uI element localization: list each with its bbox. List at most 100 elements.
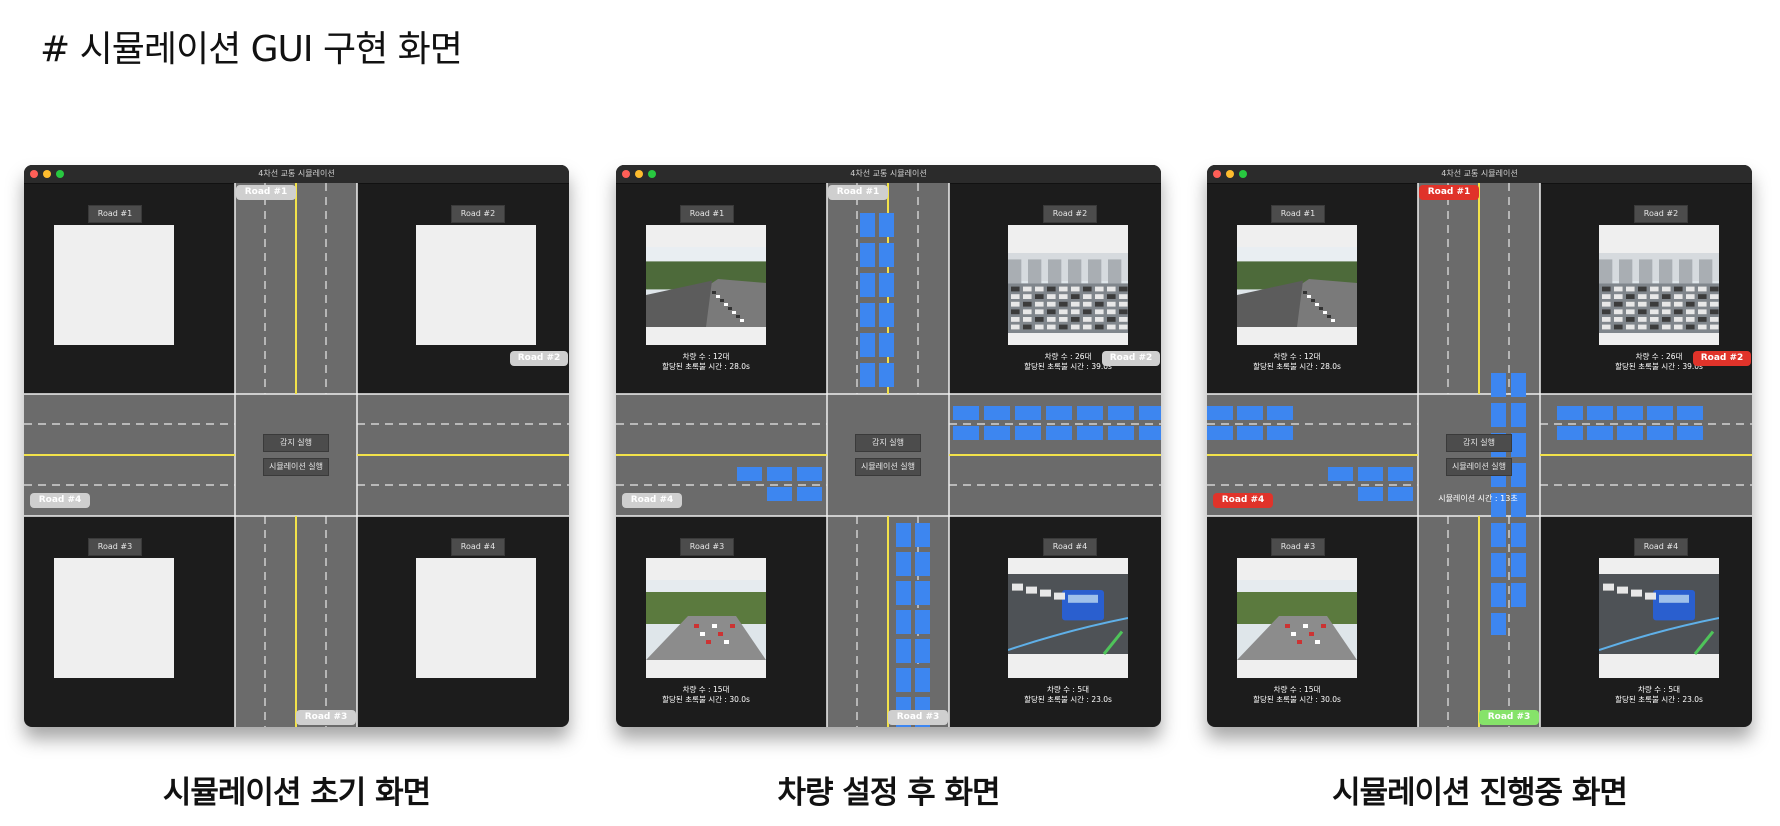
- traffic-photo: [1599, 253, 1719, 333]
- run-simulation-button[interactable]: 시뮬레이션 실행: [263, 458, 329, 476]
- vehicle: [1491, 583, 1506, 607]
- vehicle: [1491, 523, 1506, 547]
- camera-label-road-2: Road #2: [1043, 205, 1097, 223]
- vehicle: [896, 552, 911, 576]
- vehicle: [1388, 487, 1413, 501]
- road-tag-3: Road #3: [296, 710, 356, 725]
- vehicle: [915, 610, 930, 634]
- vehicle: [984, 426, 1010, 440]
- detect-button[interactable]: 감지 실행: [263, 434, 329, 452]
- vehicle-count: 차량 수 : 15대: [682, 685, 730, 694]
- green-light-time: 할당된 초록불 시간 : 28.0s: [662, 362, 750, 371]
- vehicle: [1015, 406, 1041, 420]
- vehicle: [1511, 463, 1526, 487]
- vehicle: [767, 467, 792, 481]
- vehicle: [1511, 373, 1526, 397]
- detect-button[interactable]: 감지 실행: [1446, 434, 1512, 452]
- camera-photo-box-3: [646, 558, 766, 678]
- vehicle: [1511, 433, 1526, 457]
- vehicle: [767, 487, 792, 501]
- title-bar: 4차선 교통 시뮬레이션: [24, 165, 569, 184]
- camera-label-road-2: Road #2: [451, 205, 505, 223]
- camera-label-road-4: Road #4: [1043, 538, 1097, 556]
- green-light-time: 할당된 초록불 시간 : 23.0s: [1615, 695, 1703, 704]
- road-tag-4: Road #4: [622, 493, 682, 508]
- vehicle: [1511, 403, 1526, 427]
- road-stats-1: 차량 수 : 12대 할당된 초록불 시간 : 28.0s: [616, 352, 796, 372]
- vehicle: [1647, 406, 1673, 420]
- detect-button[interactable]: 감지 실행: [855, 434, 921, 452]
- road-stats-4: 차량 수 : 5대 할당된 초록불 시간 : 23.0s: [978, 685, 1158, 705]
- vehicle: [860, 363, 875, 387]
- vehicle: [1358, 487, 1383, 501]
- vehicle: [896, 523, 911, 547]
- camera-photo: [1007, 574, 1129, 655]
- vehicle: [1511, 553, 1526, 577]
- vehicle: [1237, 406, 1263, 420]
- traffic-photo: [1237, 247, 1357, 327]
- vehicle: [1491, 373, 1506, 397]
- vehicle: [1139, 406, 1161, 420]
- camera-label-road-4: Road #4: [1634, 538, 1688, 556]
- vehicle: [915, 639, 930, 663]
- camera-photo: [1237, 247, 1357, 327]
- simulator-window: 4차선 교통 시뮬레이션 Road #1 차량 수 : 12대 할당된 초록불 시간 …: [616, 165, 1161, 727]
- title-bar: 4차선 교통 시뮬레이션: [616, 165, 1161, 184]
- vehicle: [1511, 583, 1526, 607]
- traffic-photo: [1598, 574, 1720, 655]
- simulator-window: 4차선 교통 시뮬레이션 Road #1 Road #2 Road #3 Road #4…: [24, 165, 569, 727]
- camera-photo-box-1: [54, 225, 174, 345]
- road-tag-1: Road #1: [1419, 185, 1479, 200]
- vehicle: [1491, 403, 1506, 427]
- camera-label-road-1: Road #1: [88, 205, 142, 223]
- vehicle: [915, 668, 930, 692]
- run-simulation-button[interactable]: 시뮬레이션 실행: [855, 458, 921, 476]
- vehicle: [1557, 426, 1583, 440]
- vehicle: [1328, 467, 1353, 481]
- vehicle: [1491, 613, 1506, 635]
- road-stats-4: 차량 수 : 5대 할당된 초록불 시간 : 23.0s: [1569, 685, 1749, 705]
- vehicle: [879, 213, 894, 237]
- vehicle: [1015, 426, 1041, 440]
- vehicle: [1207, 426, 1233, 440]
- camera-photo: [646, 247, 766, 327]
- camera-photo: [1008, 253, 1128, 333]
- vehicle: [860, 273, 875, 297]
- traffic-photo: [1007, 574, 1129, 655]
- road-tag-3: Road #3: [888, 710, 948, 725]
- vehicle: [1557, 406, 1583, 420]
- traffic-photo: [646, 247, 766, 327]
- camera-photo-box-4: [416, 558, 536, 678]
- camera-photo-box-3: [1237, 558, 1357, 678]
- road-tag-1: Road #1: [236, 185, 296, 200]
- vehicle: [1358, 467, 1383, 481]
- vehicle: [1647, 426, 1673, 440]
- vehicle: [984, 406, 1010, 420]
- vehicle: [1491, 553, 1506, 577]
- vehicle: [797, 487, 822, 501]
- camera-label-road-3: Road #3: [1271, 538, 1325, 556]
- road-tag-4: Road #4: [1213, 493, 1273, 508]
- vehicle: [879, 303, 894, 327]
- vehicle: [1267, 426, 1293, 440]
- traffic-photo: [1237, 580, 1357, 660]
- vehicle: [915, 552, 930, 576]
- camera-photo: [1237, 580, 1357, 660]
- camera-label-road-1: Road #1: [1271, 205, 1325, 223]
- vehicle: [1077, 406, 1103, 420]
- run-simulation-button[interactable]: 시뮬레이션 실행: [1446, 458, 1512, 476]
- vehicle: [879, 333, 894, 357]
- vehicle: [860, 303, 875, 327]
- vehicle: [896, 610, 911, 634]
- vehicle: [1587, 426, 1613, 440]
- road-tag-1: Road #1: [828, 185, 888, 200]
- road-tag-2: Road #2: [1102, 351, 1160, 366]
- camera-photo: [646, 580, 766, 660]
- vehicle-count: 차량 수 : 5대: [1046, 685, 1090, 694]
- vehicle: [1388, 467, 1413, 481]
- vehicle: [797, 467, 822, 481]
- window-title: 4차선 교통 시뮬레이션: [850, 169, 927, 178]
- camera-photo: [1598, 574, 1720, 655]
- vehicle: [1207, 406, 1233, 420]
- traffic-photo: [1008, 253, 1128, 333]
